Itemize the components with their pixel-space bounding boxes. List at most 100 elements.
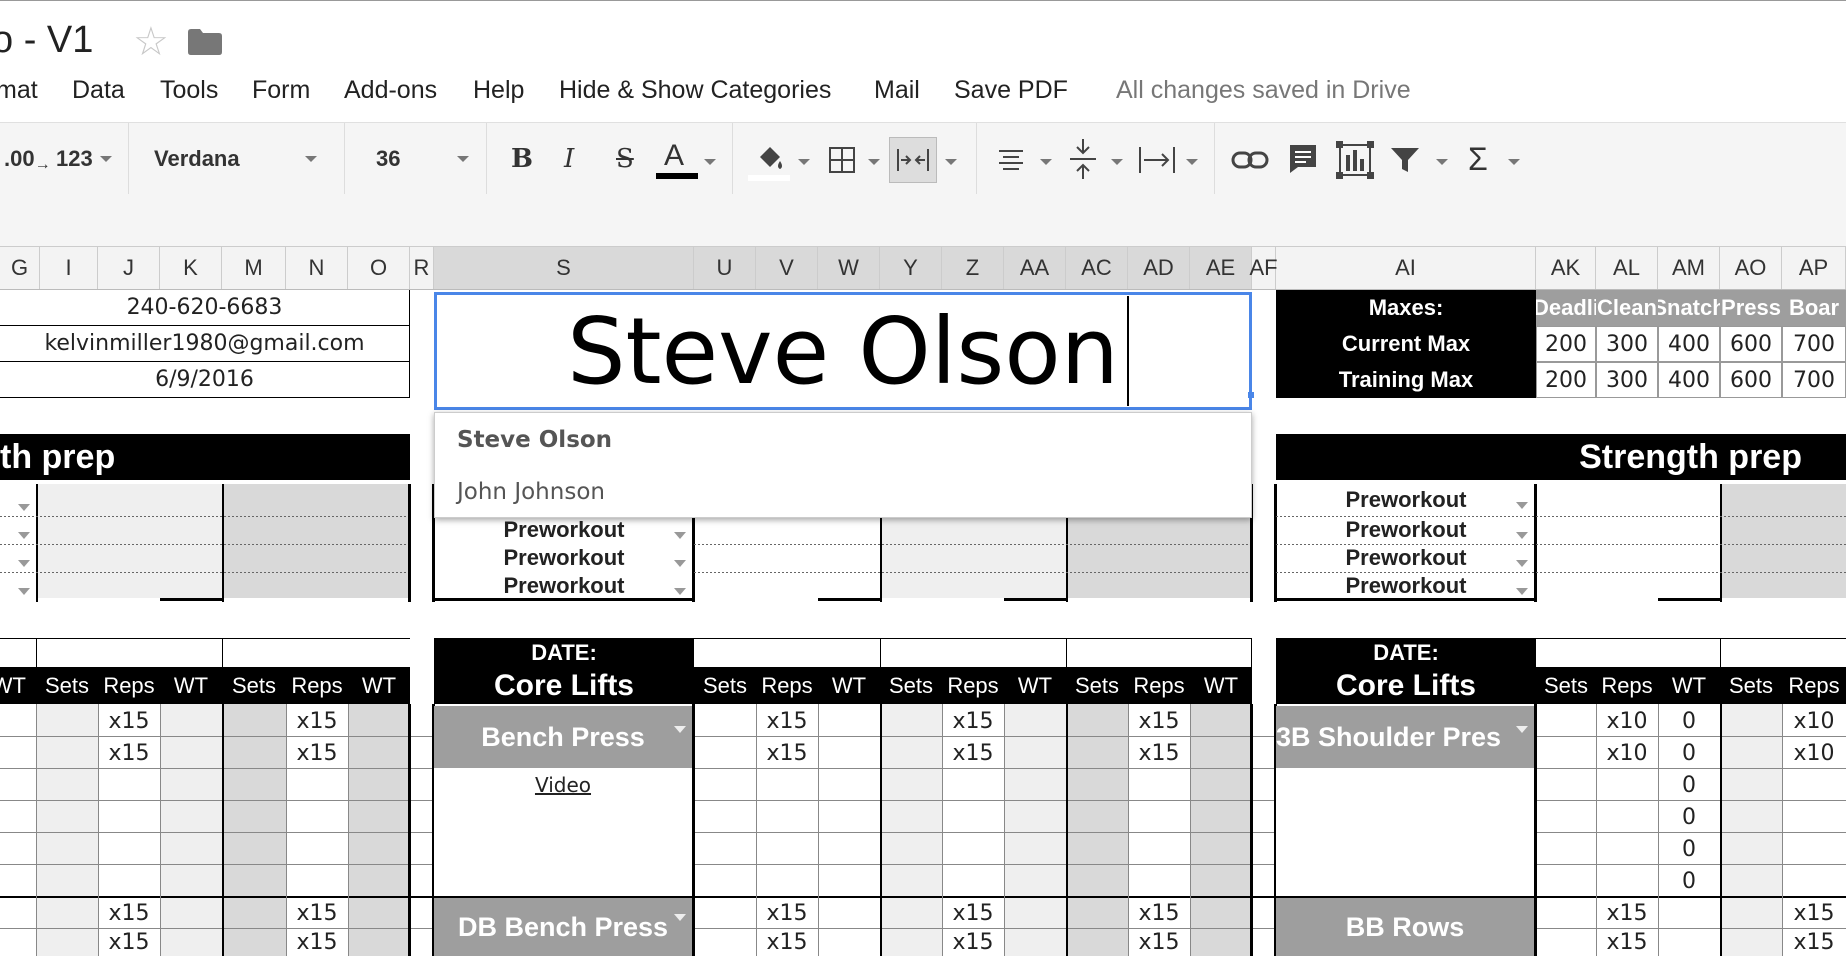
lift-header[interactable]: Press: [1720, 290, 1782, 326]
column-header-i[interactable]: I: [40, 247, 98, 289]
column-header-v[interactable]: V: [756, 247, 818, 289]
preworkout-dropdown[interactable]: Preworkout: [1278, 516, 1534, 544]
reps-cell[interactable]: x15: [98, 930, 160, 956]
training-max-value[interactable]: 700: [1782, 362, 1846, 398]
menu-save-pdf[interactable]: Save PDF: [954, 76, 1068, 105]
reps-cell[interactable]: x10: [1782, 706, 1846, 736]
preworkout-dropdown[interactable]: Preworkout: [1278, 486, 1534, 514]
link-icon[interactable]: [1231, 149, 1269, 171]
reps-cell[interactable]: x15: [942, 898, 1004, 928]
autocomplete-option[interactable]: John Johnson: [457, 479, 605, 505]
wt-cell[interactable]: 0: [1658, 738, 1720, 768]
increase-decimal-button[interactable]: .00 →: [4, 123, 51, 195]
reps-cell[interactable]: x15: [98, 706, 160, 736]
reps-cell[interactable]: x15: [756, 930, 818, 956]
column-header-ad[interactable]: AD: [1128, 247, 1190, 289]
lift-header[interactable]: Clean: [1596, 290, 1658, 326]
wt-cell[interactable]: 0: [1658, 706, 1720, 736]
reps-cell[interactable]: x15: [942, 706, 1004, 736]
column-header-g[interactable]: G: [0, 247, 40, 289]
preworkout-dropdown[interactable]: Preworkout: [1278, 544, 1534, 572]
current-max-value[interactable]: 200: [1536, 326, 1596, 362]
current-max-value[interactable]: 700: [1782, 326, 1846, 362]
column-header-ai[interactable]: AI: [1276, 247, 1536, 289]
column-header-z[interactable]: Z: [942, 247, 1004, 289]
filter-icon[interactable]: [1390, 147, 1420, 173]
column-header-ap[interactable]: AP: [1782, 247, 1846, 289]
menu-tools[interactable]: Tools: [160, 76, 218, 105]
reps-cell[interactable]: x15: [942, 930, 1004, 956]
column-header-am[interactable]: AM: [1658, 247, 1720, 289]
wt-cell[interactable]: 0: [1658, 802, 1720, 832]
column-header-y[interactable]: Y: [880, 247, 942, 289]
reps-cell[interactable]: x15: [756, 738, 818, 768]
current-max-value[interactable]: 400: [1658, 326, 1720, 362]
wt-cell[interactable]: 0: [1658, 834, 1720, 864]
training-max-value[interactable]: 600: [1720, 362, 1782, 398]
chart-icon[interactable]: [1336, 141, 1374, 179]
text-wrap-icon[interactable]: [1138, 145, 1176, 175]
column-header-ac[interactable]: AC: [1066, 247, 1128, 289]
strikethrough-icon[interactable]: S: [616, 123, 634, 195]
align-center-icon[interactable]: [997, 147, 1025, 173]
reps-cell[interactable]: x15: [942, 738, 1004, 768]
column-header-m[interactable]: M: [222, 247, 286, 289]
date-input-cells[interactable]: [694, 638, 1252, 668]
fill-handle[interactable]: [1248, 392, 1254, 398]
number-format-button[interactable]: 123: [56, 123, 93, 195]
reps-cell[interactable]: x10: [1596, 738, 1658, 768]
current-max-value[interactable]: 600: [1720, 326, 1782, 362]
borders-icon[interactable]: [829, 147, 855, 173]
italic-icon[interactable]: I: [564, 123, 574, 195]
training-max-value[interactable]: 300: [1596, 362, 1658, 398]
bold-icon[interactable]: B: [511, 123, 533, 195]
menu-mail[interactable]: Mail: [874, 76, 920, 105]
autocomplete-option[interactable]: Steve Olson: [457, 427, 612, 453]
reps-cell[interactable]: x15: [1128, 706, 1190, 736]
menu-format[interactable]: mat: [0, 76, 38, 105]
lift-name-dropdown[interactable]: Bench Press: [434, 706, 692, 768]
training-max-value[interactable]: 400: [1658, 362, 1720, 398]
reps-cell[interactable]: x15: [286, 898, 348, 928]
reps-cell[interactable]: x15: [1128, 898, 1190, 928]
date-input-cells[interactable]: [1536, 638, 1846, 668]
column-header-j[interactable]: J: [98, 247, 160, 289]
reps-cell[interactable]: x15: [286, 738, 348, 768]
reps-cell[interactable]: x15: [756, 706, 818, 736]
vertical-align-icon[interactable]: [1068, 137, 1098, 181]
column-header-ak[interactable]: AK: [1536, 247, 1596, 289]
reps-cell[interactable]: x15: [98, 898, 160, 928]
lift-name-dropdown[interactable]: BB Rows: [1276, 898, 1534, 956]
reps-cell[interactable]: x15: [1128, 930, 1190, 956]
reps-cell[interactable]: x15: [286, 706, 348, 736]
folder-icon[interactable]: [188, 29, 222, 55]
column-header-r[interactable]: R: [410, 247, 434, 289]
reps-cell[interactable]: x15: [1782, 930, 1846, 956]
reps-cell[interactable]: x15: [286, 930, 348, 956]
preworkout-dropdown[interactable]: Preworkout: [436, 572, 692, 600]
column-header-aa[interactable]: AA: [1004, 247, 1066, 289]
font-family-select[interactable]: Verdana: [154, 123, 240, 195]
training-max-value[interactable]: 200: [1536, 362, 1596, 398]
reps-cell[interactable]: x15: [1782, 898, 1846, 928]
column-header-ae[interactable]: AE: [1190, 247, 1252, 289]
reps-cell[interactable]: x15: [1128, 738, 1190, 768]
preworkout-dropdown[interactable]: Preworkout: [436, 544, 692, 572]
current-max-value[interactable]: 300: [1596, 326, 1658, 362]
lift-header[interactable]: Deadli: [1536, 290, 1596, 326]
column-header-w[interactable]: W: [818, 247, 880, 289]
column-header-ao[interactable]: AO: [1720, 247, 1782, 289]
text-color-icon[interactable]: A: [664, 123, 684, 195]
reps-cell[interactable]: x10: [1782, 738, 1846, 768]
column-header-k[interactable]: K: [160, 247, 222, 289]
column-header-af[interactable]: AF: [1249, 247, 1278, 289]
reps-cell[interactable]: x15: [98, 738, 160, 768]
date-cell[interactable]: 6/9/2016: [0, 362, 410, 398]
document-title[interactable]: o - V1: [0, 19, 93, 62]
menu-help[interactable]: Help: [473, 76, 524, 105]
column-header-n[interactable]: N: [286, 247, 348, 289]
font-size-select[interactable]: 36: [376, 123, 400, 195]
comment-icon[interactable]: [1288, 143, 1318, 175]
email-cell[interactable]: kelvinmiller1980@gmail.com: [0, 326, 410, 362]
reps-cell[interactable]: x10: [1596, 706, 1658, 736]
